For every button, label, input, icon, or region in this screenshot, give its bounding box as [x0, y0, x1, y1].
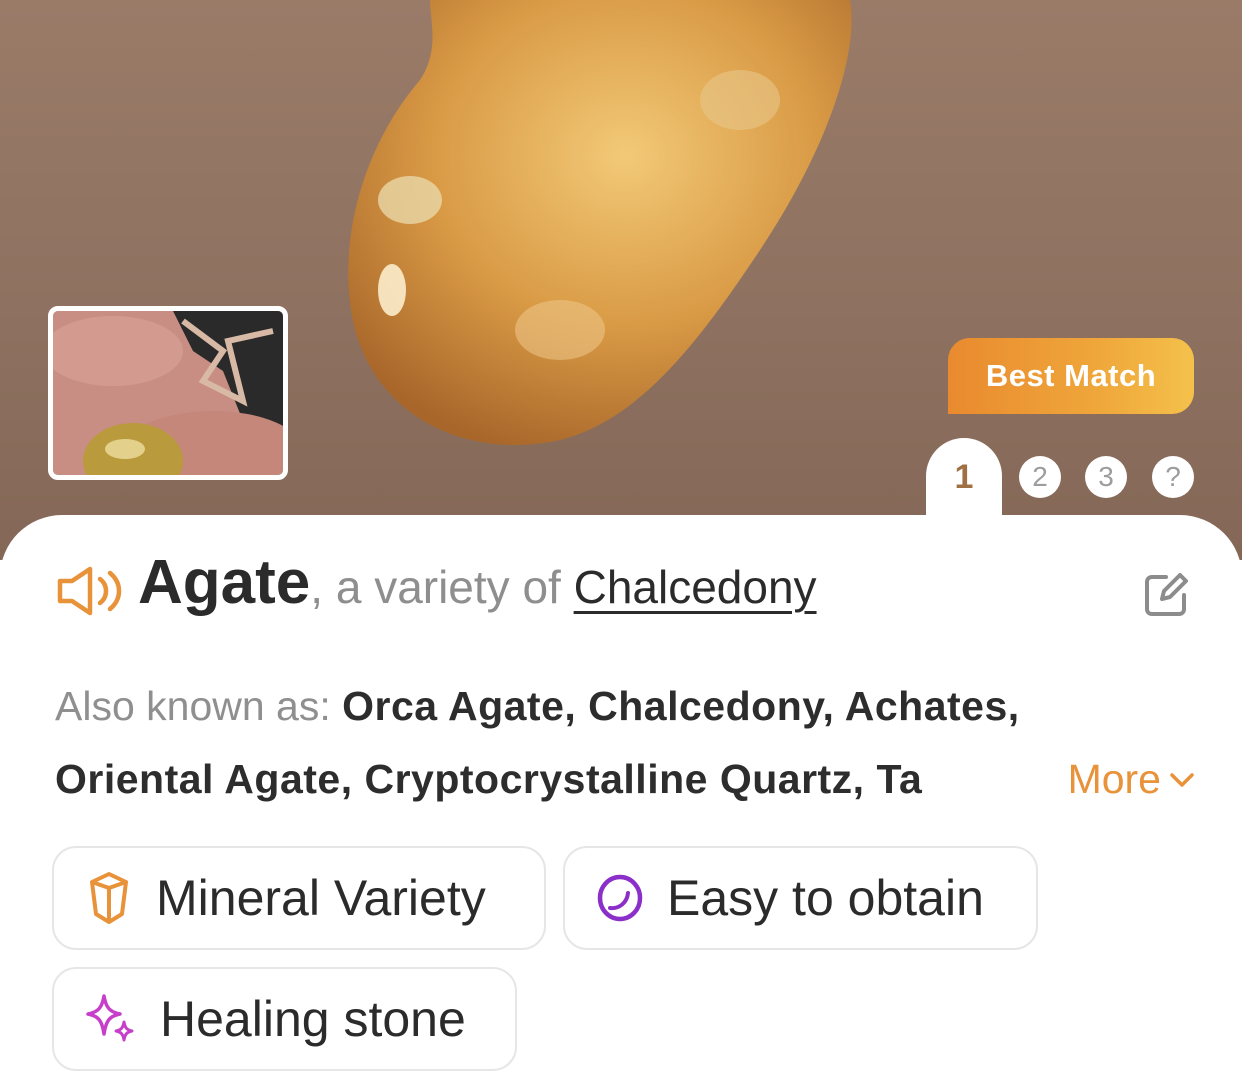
variety-prefix: , a variety of [310, 561, 574, 613]
chip-easy-to-obtain[interactable]: Easy to obtain [563, 846, 1038, 950]
aka-label: Also known as: [55, 683, 343, 729]
aka-names-line1: Orca Agate, Chalcedony, Achates, [342, 683, 1020, 729]
best-match-badge: Best Match [948, 338, 1194, 414]
title-line: Agate, a variety of Chalcedony [138, 547, 817, 618]
chevron-down-icon [1170, 772, 1194, 787]
sparkle-icon [86, 994, 134, 1042]
chip-label: Easy to obtain [667, 870, 984, 926]
chip-mineral-variety[interactable]: Mineral Variety [52, 846, 546, 950]
also-known-as: Also known as: Orca Agate, Chalcedony, A… [55, 670, 1195, 816]
result-tab-help[interactable]: ? [1152, 456, 1194, 498]
chip-label: Healing stone [160, 991, 466, 1047]
chip-healing-stone[interactable]: Healing stone [52, 967, 517, 1071]
species-name: Agate [138, 548, 311, 617]
stone-icon [597, 874, 643, 922]
chip-label: Mineral Variety [156, 870, 486, 926]
more-button[interactable]: More [1061, 743, 1195, 816]
result-pager: 1 2 3 ? [0, 438, 1242, 528]
result-tab-3[interactable]: 3 [1085, 456, 1127, 498]
speaker-icon[interactable] [56, 565, 122, 617]
crystal-icon [90, 872, 128, 924]
edit-icon[interactable] [1142, 571, 1190, 619]
result-tab-2[interactable]: 2 [1019, 456, 1061, 498]
result-card: Agate, a variety of Chalcedony Also know… [0, 515, 1242, 1085]
parent-species-link[interactable]: Chalcedony [574, 561, 817, 613]
aka-names-line2: Oriental Agate, Cryptocrystalline Quartz… [55, 756, 923, 802]
more-label: More [1067, 756, 1161, 802]
